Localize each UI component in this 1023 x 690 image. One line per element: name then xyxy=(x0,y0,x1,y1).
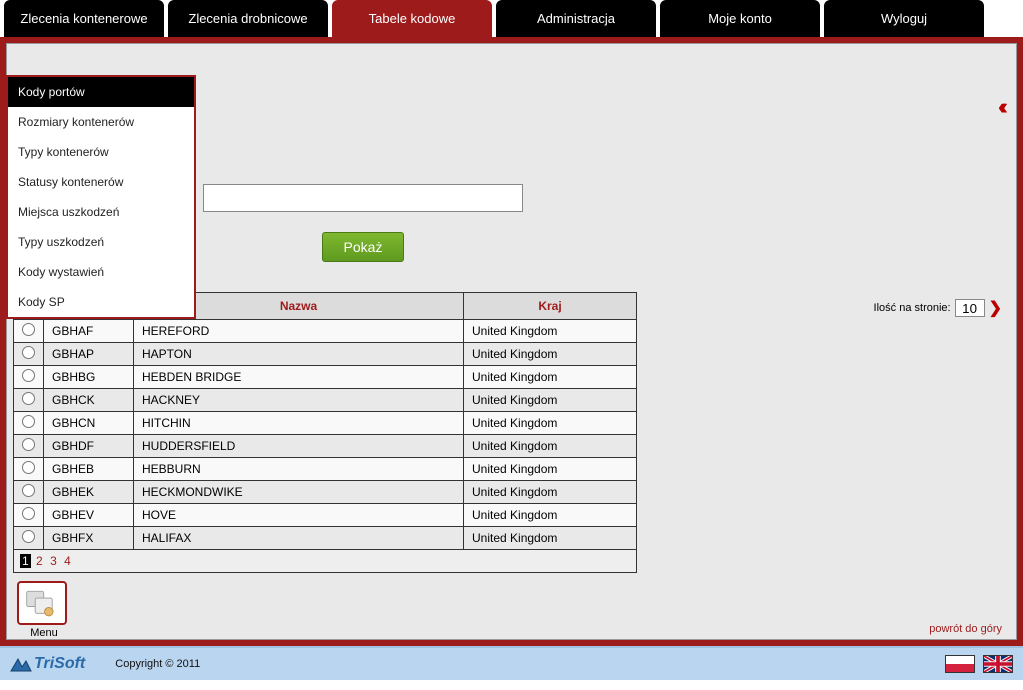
table-row: GBHEKHECKMONDWIKEUnited Kingdom xyxy=(14,481,637,504)
dropdown-item[interactable]: Statusy kontenerów xyxy=(8,167,194,197)
cell-kraj: United Kingdom xyxy=(464,504,637,527)
cell-kod: GBHAF xyxy=(44,320,134,343)
dropdown-item[interactable]: Rozmiary kontenerów xyxy=(8,107,194,137)
menu-icon-label: Menu xyxy=(17,627,71,639)
row-select-radio[interactable] xyxy=(22,415,35,428)
table-row: GBHEBHEBBURNUnited Kingdom xyxy=(14,458,637,481)
cell-kod: GBHAP xyxy=(44,343,134,366)
cell-kod: GBHEB xyxy=(44,458,134,481)
cell-kod: GBHBG xyxy=(44,366,134,389)
cell-kod: GBHEV xyxy=(44,504,134,527)
row-select-radio[interactable] xyxy=(22,323,35,336)
dropdown-item[interactable]: Kody portów xyxy=(8,77,194,107)
table-row: GBHDFHUDDERSFIELDUnited Kingdom xyxy=(14,435,637,458)
cell-kraj: United Kingdom xyxy=(464,389,637,412)
cell-kraj: United Kingdom xyxy=(464,481,637,504)
perpage-label: Ilość na stronie: xyxy=(874,302,951,314)
cell-kod: GBHCN xyxy=(44,412,134,435)
table-row: GBHBGHEBDEN BRIDGEUnited Kingdom xyxy=(14,366,637,389)
pager-page[interactable]: 2 xyxy=(34,554,45,568)
brand-logo: TriSoft xyxy=(10,655,85,673)
perpage-input[interactable] xyxy=(955,299,985,317)
dropdown-item[interactable]: Kody SP xyxy=(8,287,194,317)
dropdown-item[interactable]: Typy uszkodzeń xyxy=(8,227,194,257)
main-tab[interactable]: Wyloguj xyxy=(824,0,984,37)
cell-nazwa: HACKNEY xyxy=(134,389,464,412)
row-select-radio[interactable] xyxy=(22,438,35,451)
cell-kod: GBHFX xyxy=(44,527,134,550)
main-tab[interactable]: Zlecenia drobnicowe xyxy=(168,0,328,37)
flag-pl-icon[interactable] xyxy=(945,655,975,673)
dropdown-item[interactable]: Kody wystawień xyxy=(8,257,194,287)
table-row: GBHEVHOVEUnited Kingdom xyxy=(14,504,637,527)
filter-input[interactable] xyxy=(203,184,523,212)
cell-nazwa: HAPTON xyxy=(134,343,464,366)
cell-nazwa: HITCHIN xyxy=(134,412,464,435)
cell-nazwa: HEREFORD xyxy=(134,320,464,343)
cell-kraj: United Kingdom xyxy=(464,527,637,550)
cell-kraj: United Kingdom xyxy=(464,320,637,343)
cell-nazwa: HUDDERSFIELD xyxy=(134,435,464,458)
row-select-radio[interactable] xyxy=(22,369,35,382)
row-select-radio[interactable] xyxy=(22,392,35,405)
cell-nazwa: HECKMONDWIKE xyxy=(134,481,464,504)
row-select-radio[interactable] xyxy=(22,346,35,359)
collapse-icon[interactable]: ‹‹‹ xyxy=(998,94,1002,120)
main-tab[interactable]: Tabele kodowe xyxy=(332,0,492,37)
copyright-text: Copyright © 2011 xyxy=(115,658,200,670)
row-select-radio[interactable] xyxy=(22,484,35,497)
table-row: GBHFXHALIFAXUnited Kingdom xyxy=(14,527,637,550)
back-to-top-link[interactable]: powrót do góry xyxy=(929,623,1002,635)
cell-kraj: United Kingdom xyxy=(464,435,637,458)
pager-page[interactable]: 1 xyxy=(20,554,31,568)
table-row: GBHCKHACKNEYUnited Kingdom xyxy=(14,389,637,412)
cell-nazwa: HALIFAX xyxy=(134,527,464,550)
row-select-radio[interactable] xyxy=(22,530,35,543)
main-tab[interactable]: Zlecenia kontenerowe xyxy=(4,0,164,37)
col-kraj[interactable]: Kraj xyxy=(464,293,637,320)
cell-kraj: United Kingdom xyxy=(464,343,637,366)
dropdown-item[interactable]: Miejsca uszkodzeń xyxy=(8,197,194,227)
cell-kraj: United Kingdom xyxy=(464,366,637,389)
perpage-go-icon[interactable]: ❯ xyxy=(989,298,1002,318)
pager-page[interactable]: 4 xyxy=(62,554,73,568)
cell-kraj: United Kingdom xyxy=(464,412,637,435)
cell-kod: GBHDF xyxy=(44,435,134,458)
cell-kod: GBHCK xyxy=(44,389,134,412)
cell-kraj: United Kingdom xyxy=(464,458,637,481)
main-tab[interactable]: Moje konto xyxy=(660,0,820,37)
table-row: GBHCNHITCHINUnited Kingdom xyxy=(14,412,637,435)
flag-uk-icon[interactable] xyxy=(983,655,1013,673)
menu-icon[interactable] xyxy=(17,581,67,625)
main-tab[interactable]: Administracja xyxy=(496,0,656,37)
table-row: GBHAPHAPTONUnited Kingdom xyxy=(14,343,637,366)
cell-nazwa: HEBBURN xyxy=(134,458,464,481)
show-button[interactable]: Pokaż xyxy=(322,232,404,262)
table-row: GBHAFHEREFORDUnited Kingdom xyxy=(14,320,637,343)
cell-nazwa: HEBDEN BRIDGE xyxy=(134,366,464,389)
cell-kod: GBHEK xyxy=(44,481,134,504)
pager-page[interactable]: 3 xyxy=(48,554,59,568)
row-select-radio[interactable] xyxy=(22,461,35,474)
cell-nazwa: HOVE xyxy=(134,504,464,527)
row-select-radio[interactable] xyxy=(22,507,35,520)
dropdown-item[interactable]: Typy kontenerów xyxy=(8,137,194,167)
